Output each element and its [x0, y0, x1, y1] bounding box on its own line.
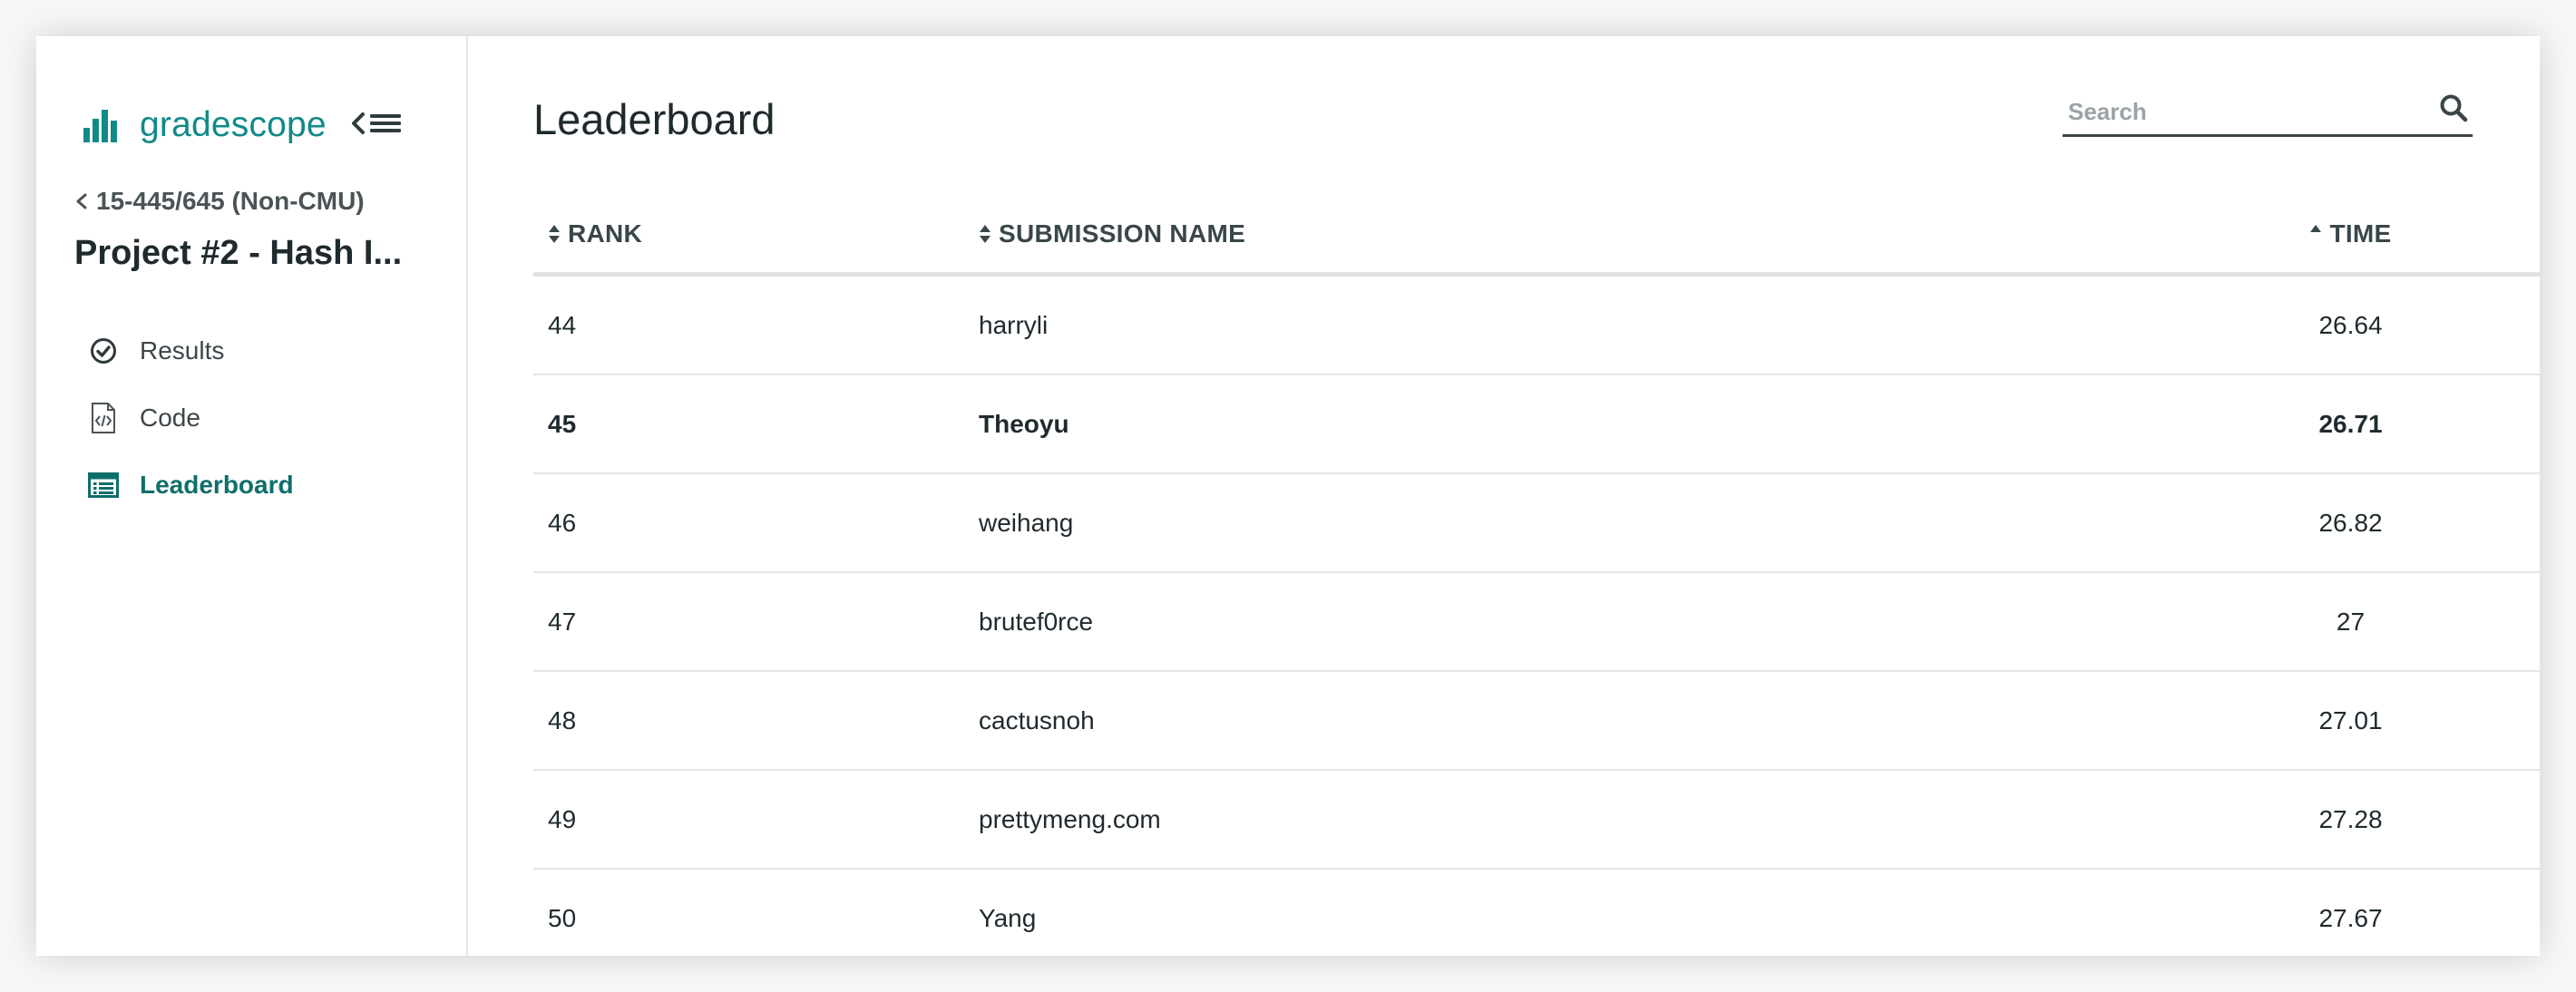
leaderboard-list-icon	[87, 469, 120, 501]
table-row-current-user[interactable]: 45 Theoyu 26.71	[533, 374, 2540, 474]
gradescope-logo-icon	[83, 110, 117, 142]
sidebar: gradescope 15-445/645 (Non-CMU) Project …	[36, 36, 468, 956]
time-header-label: TIME	[2329, 219, 2392, 248]
sidebar-item-label: Code	[140, 404, 200, 432]
sidebar-item-results[interactable]: Results	[87, 328, 224, 374]
brand[interactable]: gradescope	[83, 100, 327, 151]
app-window: gradescope 15-445/645 (Non-CMU) Project …	[36, 36, 2540, 956]
search-button[interactable]	[2436, 91, 2471, 125]
time-cell: 27.28	[2212, 770, 2540, 870]
time-cell: 27.67	[2212, 869, 2540, 956]
table-header-row: RANK SUBMISSION NAME TIME	[533, 198, 2540, 277]
collapse-sidebar-button[interactable]	[350, 105, 405, 141]
submission-name-cell: brutef0rce	[979, 572, 2212, 672]
submission-name-cell: weihang	[979, 473, 2212, 573]
course-label: 15-445/645 (Non-CMU)	[96, 187, 365, 215]
submission-name-cell: cactusnoh	[979, 671, 2212, 771]
assignment-title: Project #2 - Hash I...	[74, 234, 403, 272]
table-row[interactable]: 46 weihang 26.82	[533, 473, 2540, 573]
main-content: Leaderboard Search RANK SUBMISSION NAME …	[468, 36, 2540, 956]
sidebar-item-leaderboard[interactable]: Leaderboard	[87, 462, 294, 508]
time-cell: 27	[2212, 572, 2540, 672]
search-input[interactable]	[2066, 92, 2415, 131]
sort-ascending-icon	[2310, 224, 2322, 232]
time-column-header[interactable]: TIME	[2212, 198, 2540, 277]
code-file-icon	[87, 402, 120, 434]
brand-name: gradescope	[140, 105, 327, 144]
sort-both-icon	[980, 224, 990, 243]
rank-header-label: RANK	[568, 219, 643, 248]
time-cell: 26.82	[2212, 473, 2540, 573]
submission-name-column-header[interactable]: SUBMISSION NAME	[979, 198, 2212, 277]
submission-name-cell: prettymeng.com	[979, 770, 2212, 870]
table-row[interactable]: 49 prettymeng.com 27.28	[533, 770, 2540, 870]
rank-cell: 49	[533, 770, 979, 870]
rank-cell: 45	[533, 374, 979, 474]
submission-name-cell: harryli	[979, 274, 2212, 375]
check-circle-icon	[87, 335, 120, 367]
collapse-menu-icon	[352, 112, 401, 134]
submission-name-cell: Yang	[979, 869, 2212, 956]
search-box	[2063, 87, 2473, 137]
time-cell: 26.71	[2212, 374, 2540, 474]
sort-both-icon	[549, 224, 560, 243]
rank-cell: 46	[533, 473, 979, 573]
rank-cell: 50	[533, 869, 979, 956]
rank-cell: 48	[533, 671, 979, 771]
sidebar-item-code[interactable]: Code	[87, 395, 200, 441]
course-breadcrumb-link[interactable]: 15-445/645 (Non-CMU)	[74, 187, 365, 216]
table-row[interactable]: 47 brutef0rce 27	[533, 572, 2540, 672]
submission-name-header-label: SUBMISSION NAME	[999, 219, 1246, 248]
chevron-left-icon	[76, 193, 87, 209]
page-title: Leaderboard	[533, 95, 776, 143]
rank-cell: 47	[533, 572, 979, 672]
sidebar-item-label: Leaderboard	[140, 471, 294, 499]
table-row[interactable]: 48 cactusnoh 27.01	[533, 671, 2540, 771]
time-cell: 27.01	[2212, 671, 2540, 771]
rank-cell: 44	[533, 274, 979, 375]
leaderboard-table: RANK SUBMISSION NAME TIME 44 harryli 26.…	[533, 198, 2540, 956]
sidebar-item-label: Results	[140, 336, 225, 365]
rank-column-header[interactable]: RANK	[533, 198, 979, 277]
table-row[interactable]: 50 Yang 27.67	[533, 869, 2540, 956]
table-row[interactable]: 44 harryli 26.64	[533, 274, 2540, 375]
search-icon	[2440, 94, 2468, 122]
time-cell: 26.64	[2212, 274, 2540, 375]
submission-name-cell: Theoyu	[979, 374, 2212, 474]
